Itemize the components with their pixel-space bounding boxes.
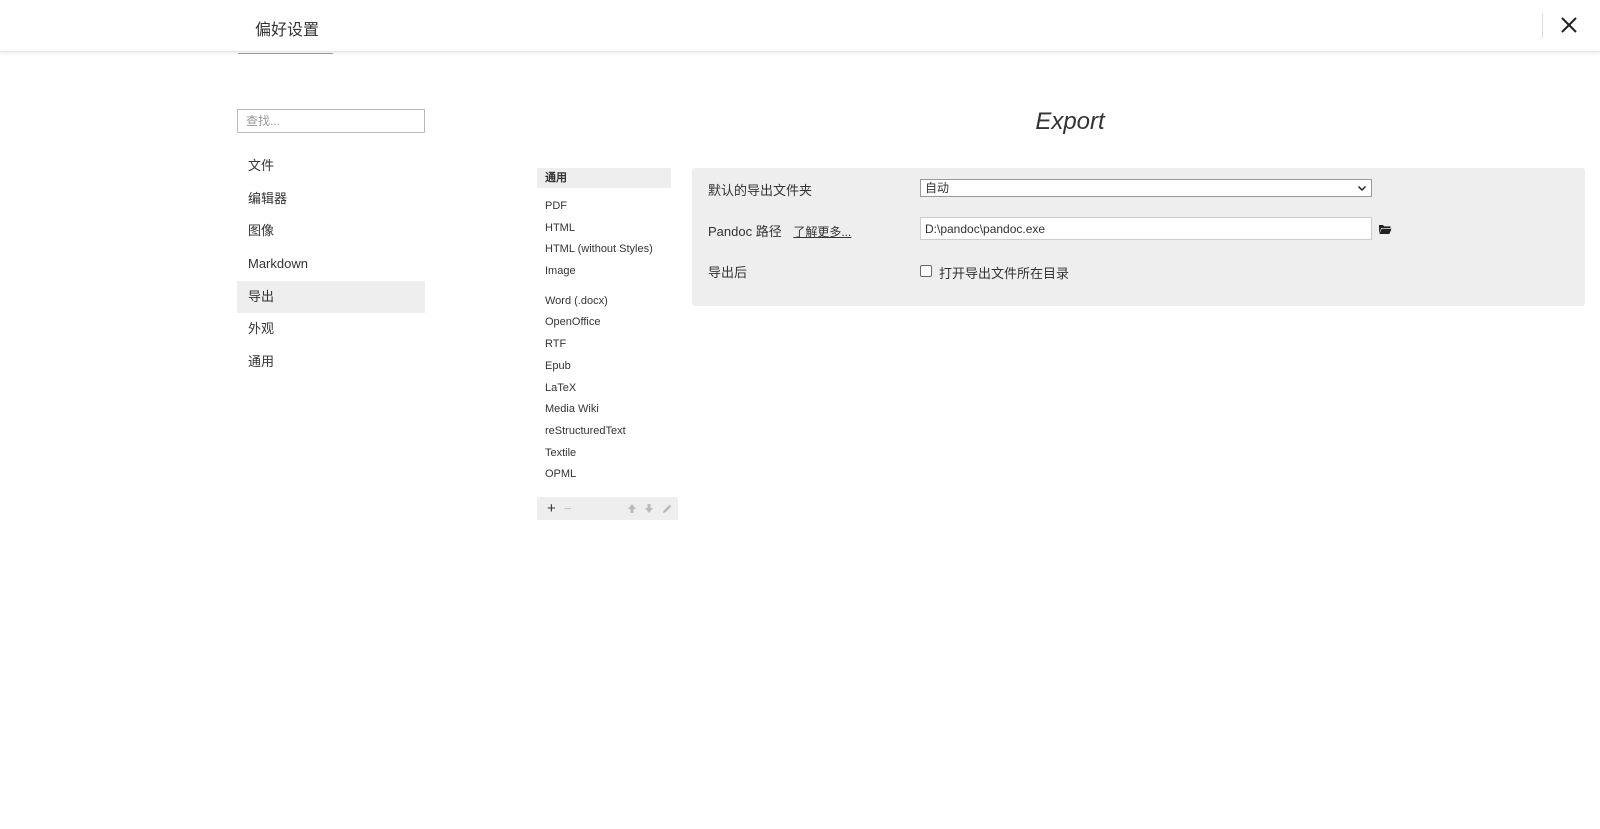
- format-toolbar: + −: [537, 497, 678, 520]
- remove-format-button[interactable]: −: [564, 497, 572, 520]
- format-item-pdf[interactable]: PDF: [545, 196, 677, 218]
- sidebar-item-markdown[interactable]: Markdown: [237, 248, 425, 280]
- format-item-restructuredtext[interactable]: reStructuredText: [545, 421, 677, 443]
- format-list: 通用 PDF HTML HTML (without Styles) Image …: [537, 168, 677, 486]
- format-item-html[interactable]: HTML: [545, 218, 677, 240]
- open-folder-checkbox-label[interactable]: 打开导出文件所在目录: [939, 263, 1069, 282]
- sidebar-item-appearance[interactable]: 外观: [237, 313, 425, 345]
- export-folder-value: 自动: [925, 181, 950, 195]
- sidebar-nav: 文件 编辑器 图像 Markdown 导出 外观 通用: [237, 150, 425, 379]
- learn-more-link[interactable]: 了解更多...: [793, 225, 851, 239]
- add-format-button[interactable]: +: [547, 497, 556, 520]
- close-icon: [1561, 17, 1577, 33]
- sidebar-item-general[interactable]: 通用: [237, 346, 425, 378]
- search-input[interactable]: [237, 109, 425, 133]
- format-item-rtf[interactable]: RTF: [545, 334, 677, 356]
- format-item-textile[interactable]: Textile: [545, 443, 677, 465]
- folder-icon: [1379, 225, 1392, 234]
- format-item-html-no-styles[interactable]: HTML (without Styles): [545, 239, 677, 261]
- browse-folder-button[interactable]: [1378, 222, 1392, 234]
- format-item-word[interactable]: Word (.docx): [545, 291, 677, 313]
- page-title: Export: [1035, 108, 1105, 135]
- sidebar-item-export[interactable]: 导出: [237, 280, 425, 313]
- chevron-down-icon: [1357, 185, 1367, 192]
- title-bar: 偏好设置: [0, 0, 1600, 54]
- export-settings-panel: 默认的导出文件夹 自动 Pandoc 路径 了解更多... 导出后 打开导出文件…: [692, 168, 1585, 306]
- format-item-opml[interactable]: OPML: [545, 464, 677, 486]
- format-item-openoffice[interactable]: OpenOffice: [545, 312, 677, 334]
- window-title: 偏好设置: [255, 22, 320, 39]
- close-button[interactable]: [1556, 12, 1582, 38]
- format-item-latex[interactable]: LaTeX: [545, 378, 677, 400]
- format-item-epub[interactable]: Epub: [545, 356, 677, 378]
- move-up-button[interactable]: [627, 497, 637, 520]
- arrow-up-icon: [628, 504, 636, 513]
- move-down-button[interactable]: [644, 497, 654, 520]
- edit-format-button[interactable]: [661, 497, 673, 520]
- format-item-image[interactable]: Image: [545, 261, 677, 283]
- format-group-2: Word (.docx) OpenOffice RTF Epub LaTeX M…: [537, 291, 677, 486]
- sidebar-item-image[interactable]: 图像: [237, 215, 425, 247]
- pandoc-path-input[interactable]: [920, 217, 1372, 240]
- sidebar-item-file[interactable]: 文件: [237, 150, 425, 182]
- pencil-icon: [663, 504, 672, 513]
- after-export-label: 导出后: [708, 265, 748, 280]
- pandoc-path-label: Pandoc 路径: [708, 224, 782, 239]
- arrow-down-icon: [645, 504, 653, 513]
- pandoc-path-row: Pandoc 路径 了解更多...: [708, 221, 851, 240]
- title-underline: [238, 53, 333, 54]
- sidebar-item-editor[interactable]: 编辑器: [237, 183, 425, 215]
- open-folder-checkbox[interactable]: [920, 265, 932, 277]
- format-item-general[interactable]: 通用: [537, 168, 671, 188]
- export-folder-label: 默认的导出文件夹: [708, 183, 813, 198]
- format-item-mediawiki[interactable]: Media Wiki: [545, 399, 677, 421]
- export-folder-select[interactable]: 自动: [920, 179, 1372, 197]
- format-group-1: PDF HTML HTML (without Styles) Image: [537, 196, 677, 283]
- title-separator: [1542, 14, 1543, 38]
